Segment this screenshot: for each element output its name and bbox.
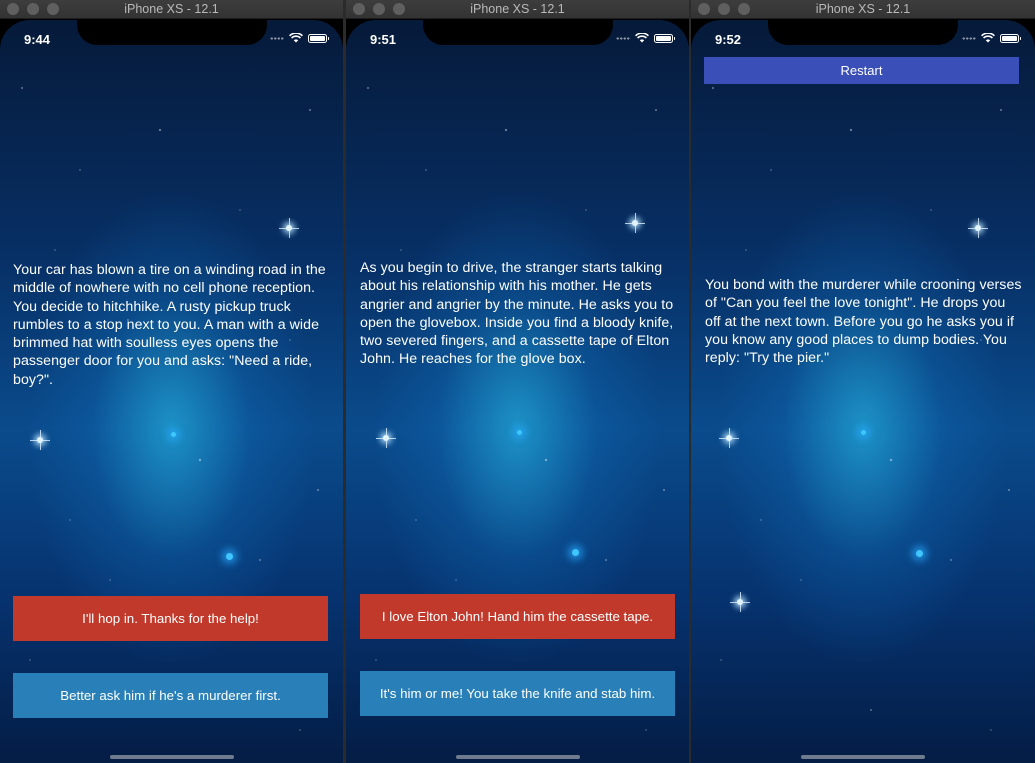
- status-icons: [270, 33, 329, 43]
- story-text: You bond with the murderer while croonin…: [705, 277, 1022, 367]
- starfield-background: [0, 20, 343, 763]
- choice-2-button[interactable]: It's him or me! You take the knife and s…: [360, 671, 675, 716]
- sparkle-star: [730, 592, 750, 612]
- sparkle-star: [625, 213, 645, 233]
- window-title: iPhone XS - 12.1: [470, 2, 565, 16]
- close-window-button[interactable]: [7, 3, 19, 15]
- signal-icon: [270, 36, 284, 40]
- device-notch: [768, 20, 958, 45]
- home-indicator[interactable]: [801, 755, 925, 759]
- window-controls: [353, 3, 405, 15]
- window-titlebar[interactable]: iPhone XS - 12.1: [346, 0, 689, 19]
- signal-icon: [962, 36, 976, 40]
- battery-icon: [654, 33, 675, 43]
- phone-screen: 9:51 As you begin to drive, the stranger…: [346, 20, 689, 763]
- status-icons: [616, 33, 675, 43]
- minimize-window-button[interactable]: [718, 3, 730, 15]
- status-time: 9:51: [370, 32, 397, 47]
- close-window-button[interactable]: [353, 3, 365, 15]
- story-text: Your car has blown a tire on a winding r…: [13, 262, 326, 388]
- window-title: iPhone XS - 12.1: [815, 2, 911, 16]
- window-controls: [7, 3, 59, 15]
- window-titlebar[interactable]: iPhone XS - 12.1: [0, 0, 343, 19]
- status-time: 9:52: [715, 32, 742, 47]
- choice-2-button[interactable]: Better ask him if he's a murderer first.: [13, 673, 328, 718]
- sparkle-star: [30, 430, 50, 450]
- window-titlebar[interactable]: iPhone XS - 12.1: [691, 0, 1035, 19]
- choice-1-button[interactable]: I love Elton John! Hand him the cassette…: [360, 594, 675, 639]
- sparkle-star: [719, 428, 739, 448]
- window-controls: [698, 3, 750, 15]
- phone-screen: 9:52 Restart You bond with the murderer …: [691, 20, 1035, 763]
- minimize-window-button[interactable]: [27, 3, 39, 15]
- choice-1-button[interactable]: I'll hop in. Thanks for the help!: [13, 596, 328, 641]
- starfield-background: [346, 20, 689, 763]
- simulator-window-3: iPhone XS - 12.1 9:52 Restart You bond w…: [691, 0, 1035, 763]
- status-time: 9:44: [24, 32, 51, 47]
- glow-star: [226, 553, 233, 560]
- phone-screen: 9:44 Your car has blown a tire on a wind…: [0, 20, 343, 763]
- status-icons: [962, 33, 1021, 43]
- home-indicator[interactable]: [455, 755, 580, 759]
- starfield-background: [691, 20, 1035, 763]
- wifi-icon: [289, 33, 303, 43]
- zoom-window-button[interactable]: [47, 3, 59, 15]
- simulator-window-1: iPhone XS - 12.1 9:44 Your car has blown…: [0, 0, 343, 763]
- wifi-icon: [981, 33, 995, 43]
- window-title: iPhone XS - 12.1: [124, 2, 219, 16]
- glow-star: [517, 430, 522, 435]
- glow-star: [861, 430, 866, 435]
- glow-star: [572, 549, 579, 556]
- zoom-window-button[interactable]: [738, 3, 750, 15]
- sparkle-star: [968, 218, 988, 238]
- battery-icon: [308, 33, 329, 43]
- simulator-window-2: iPhone XS - 12.1 9:51 As you begin to dr…: [346, 0, 689, 763]
- zoom-window-button[interactable]: [393, 3, 405, 15]
- device-notch: [76, 20, 267, 45]
- device-notch: [422, 20, 613, 45]
- home-indicator[interactable]: [109, 755, 234, 759]
- restart-button[interactable]: Restart: [704, 57, 1019, 84]
- sparkle-star: [279, 218, 299, 238]
- battery-icon: [1000, 33, 1021, 43]
- close-window-button[interactable]: [698, 3, 710, 15]
- story-text: As you begin to drive, the stranger star…: [360, 260, 674, 368]
- wifi-icon: [635, 33, 649, 43]
- glow-star: [916, 550, 923, 557]
- sparkle-star: [376, 428, 396, 448]
- minimize-window-button[interactable]: [373, 3, 385, 15]
- signal-icon: [616, 36, 630, 40]
- glow-star: [171, 432, 176, 437]
